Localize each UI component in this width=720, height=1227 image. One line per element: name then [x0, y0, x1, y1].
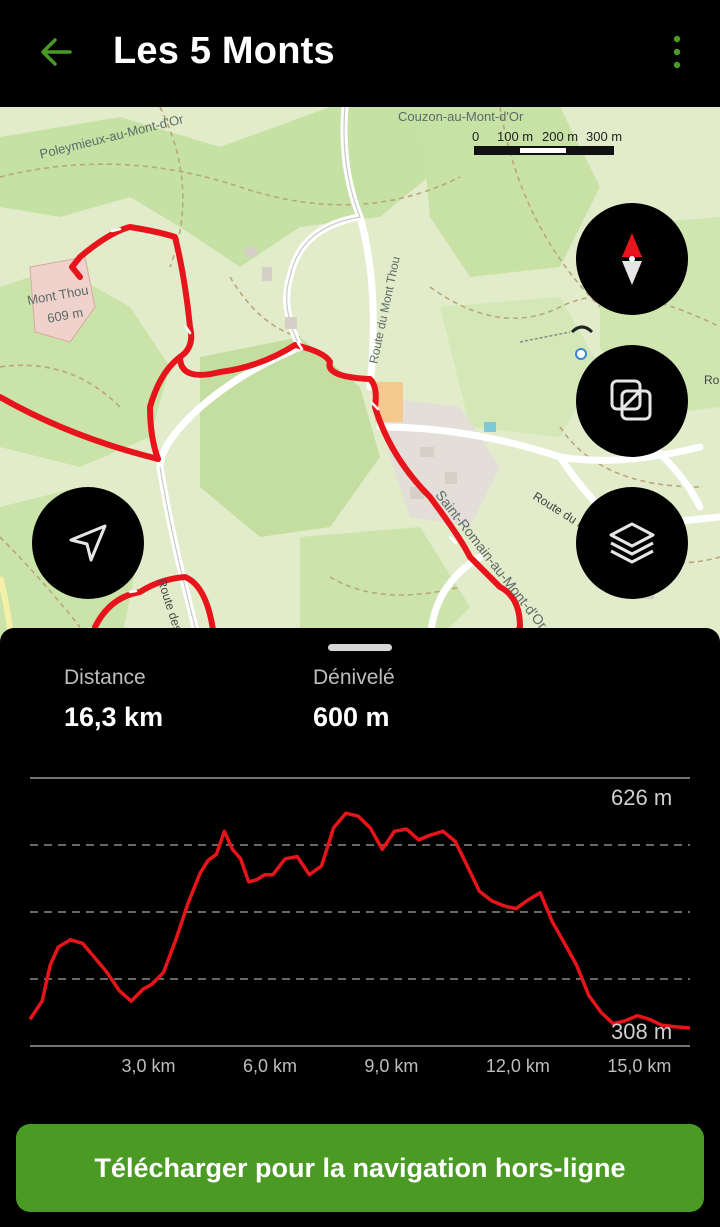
- map-label-couzon: Couzon-au-Mont-d'Or: [398, 109, 524, 124]
- arrow-left-icon: [41, 38, 72, 66]
- scale-label-300: 300 m: [586, 129, 623, 144]
- layers-icon: [609, 522, 655, 564]
- back-button[interactable]: [30, 28, 82, 76]
- x-axis-tick-label: 15,0 km: [607, 1056, 672, 1076]
- map-scale-bar: 0 100 m 200 m 300 m: [472, 129, 632, 159]
- elevation-min-label: 308 m: [611, 1019, 673, 1044]
- route-details-sheet: Distance 16,3 km Dénivelé 600 m 626 m 30…: [0, 628, 720, 1227]
- compass-icon: [622, 233, 642, 285]
- sheet-drag-handle[interactable]: [328, 644, 392, 651]
- elevation-gain-value: 600 m: [313, 702, 390, 732]
- scale-label-0: 0: [472, 129, 480, 144]
- more-vertical-icon: [673, 35, 681, 69]
- overlay-toggle-icon: [610, 379, 652, 421]
- elevation-gain-label: Dénivelé: [313, 666, 395, 689]
- elevation-profile-chart: 626 m 308 m 3,0 km 6,0 km 9,0 km 12,0 km 15,…: [0, 768, 720, 1088]
- x-axis-tick-label: 6,0 km: [242, 1056, 297, 1076]
- overlay-toggle-button[interactable]: [576, 345, 688, 457]
- map-layers-button[interactable]: [576, 487, 688, 599]
- distance-label: Distance: [64, 666, 146, 689]
- download-offline-button[interactable]: Télécharger pour la navigation hors-lign…: [16, 1124, 704, 1212]
- x-axis-tick-label: 9,0 km: [364, 1056, 419, 1076]
- scale-label-100: 100 m: [497, 129, 534, 144]
- more-options-button[interactable]: [655, 28, 699, 76]
- map-label-ro: Ro: [704, 373, 720, 387]
- top-app-bar: Les 5 Monts: [0, 0, 720, 107]
- locate-me-button[interactable]: [32, 487, 144, 599]
- page-title: Les 5 Monts: [113, 30, 335, 72]
- compass-button[interactable]: [576, 203, 688, 315]
- x-axis-tick-label: 12,0 km: [485, 1056, 550, 1076]
- scale-track: [474, 146, 614, 155]
- scale-label-200: 200 m: [542, 129, 579, 144]
- distance-value: 16,3 km: [64, 702, 164, 732]
- route-map[interactable]: Couzon-au-Mont-d'Or Poleymieux-au-Mont-d…: [0, 107, 720, 647]
- elevation-max-label: 626 m: [611, 785, 673, 810]
- navigation-arrow-icon: [69, 524, 107, 562]
- download-offline-label: Télécharger pour la navigation hors-lign…: [94, 1152, 626, 1183]
- x-axis-tick-label: 3,0 km: [121, 1056, 176, 1076]
